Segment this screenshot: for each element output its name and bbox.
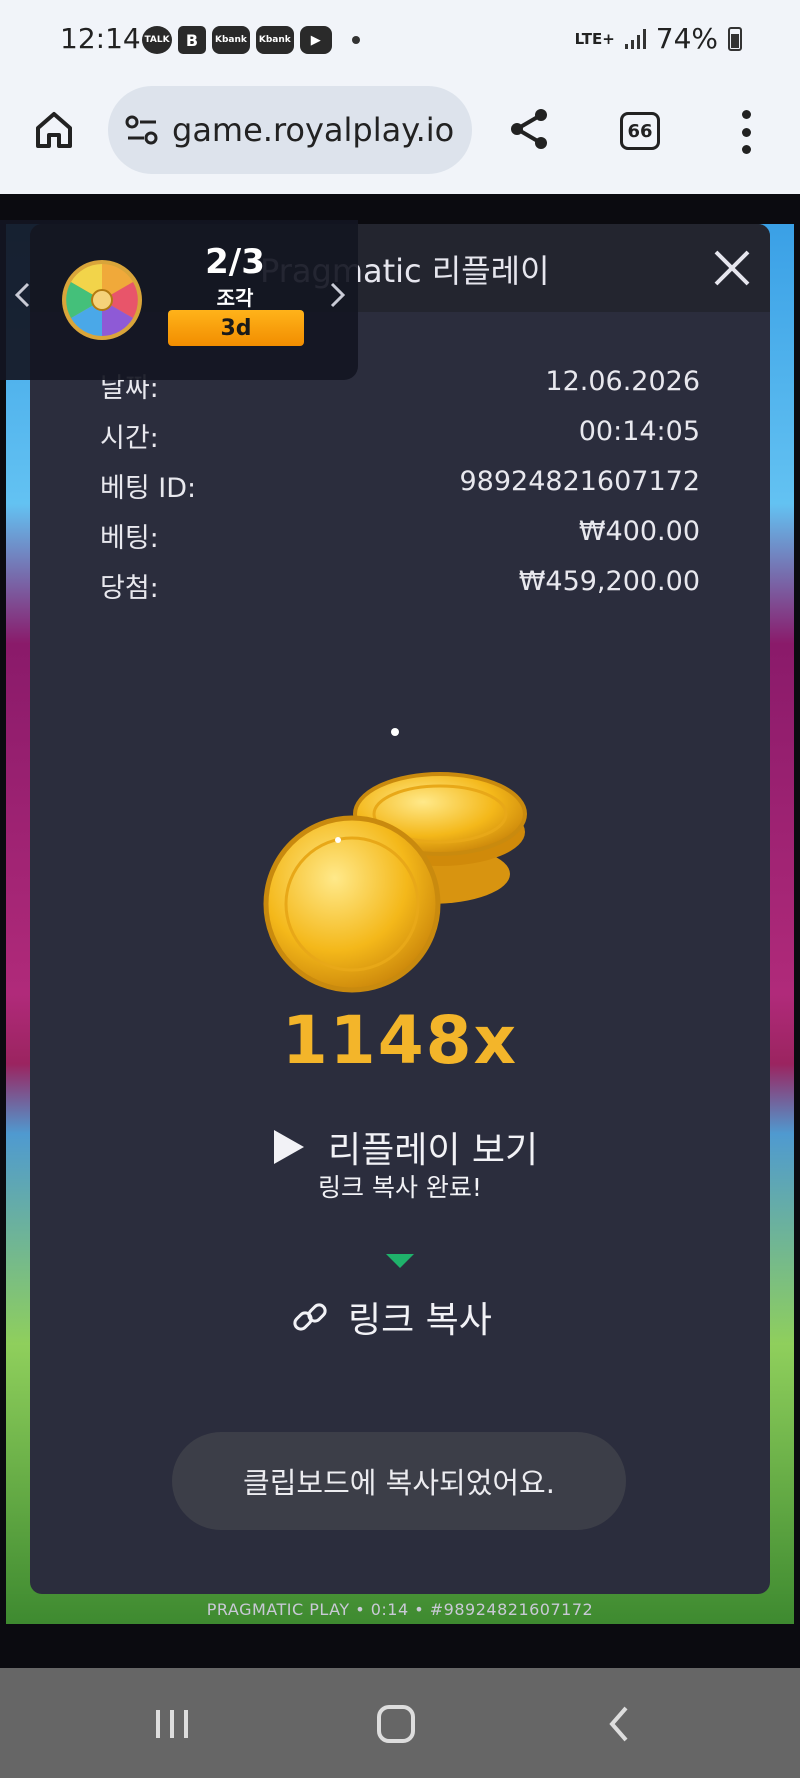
info-row-time: 시간: 00:14:05: [100, 416, 700, 455]
battery-percent: 74%: [655, 22, 718, 55]
tab-switcher-button[interactable]: 66: [620, 112, 660, 150]
kbank-icon: Kbank: [255, 26, 294, 54]
info-label: 베팅:: [100, 523, 159, 554]
link-copied-tooltip: 링크 복사 완료!: [318, 1173, 482, 1202]
tooltip-caret-icon: [386, 1254, 414, 1268]
status-bar: 12:14 TALK B Kbank Kbank ▶ LTE+ 74%: [0, 0, 800, 80]
game-area: PRAGMATIC PLAY • 0:14 • #98924821607172 …: [0, 194, 800, 1668]
link-icon: [293, 1303, 327, 1331]
info-value: 12.06.2026: [545, 366, 700, 397]
url-text: game.royalplay.io: [172, 111, 455, 149]
info-label: 시간:: [100, 423, 159, 454]
info-value: ₩400.00: [578, 516, 700, 547]
copy-link-label: 링크 복사: [348, 1300, 492, 1341]
promo-count: 2/3: [205, 242, 265, 282]
home-nav-icon[interactable]: [366, 1696, 426, 1752]
game-footer: PRAGMATIC PLAY • 0:14 • #98924821607172: [206, 1600, 594, 1619]
browser-toolbar: game.royalplay.io 66: [0, 80, 800, 194]
info-value: 98924821607172: [459, 466, 701, 497]
notification-icons: TALK B Kbank Kbank ▶: [142, 26, 360, 54]
info-row-win: 당첨: ₩459,200.00: [100, 566, 700, 605]
kbank-icon: Kbank: [212, 26, 250, 54]
address-bar[interactable]: game.royalplay.io: [108, 86, 472, 174]
more-notifications-dot: [351, 36, 360, 44]
b-app-icon: B: [178, 26, 206, 54]
gold-coins-icon: [263, 728, 527, 993]
info-row-bet: 베팅: ₩400.00: [100, 516, 700, 555]
site-settings-icon[interactable]: [124, 112, 160, 148]
recent-apps-icon[interactable]: [142, 1696, 202, 1752]
prize-wheel-icon: [62, 260, 142, 340]
home-icon[interactable]: [32, 108, 76, 152]
screen: 12:14 TALK B Kbank Kbank ▶ LTE+ 74% game…: [0, 0, 800, 1778]
promo-time-badge: 3d: [168, 310, 304, 346]
network-type: LTE+: [574, 29, 615, 48]
chevron-right-icon[interactable]: [328, 280, 348, 310]
status-indicators: LTE+ 74%: [575, 22, 742, 55]
signal-icon: [624, 28, 646, 49]
info-label: 당첨:: [100, 573, 159, 604]
win-multiplier: 1148x: [281, 1002, 519, 1079]
promo-sub-label: 조각: [216, 286, 254, 310]
status-time: 12:14: [60, 22, 141, 55]
wheel-promo-widget[interactable]: 2/3 조각 3d: [0, 220, 358, 380]
battery-icon: [728, 26, 742, 51]
replay-label: 리플레이 보기: [328, 1130, 539, 1171]
watch-replay-button[interactable]: 리플레이 보기: [260, 1122, 550, 1172]
info-row-bet-id: 베팅 ID: 98924821607172: [100, 466, 700, 505]
kakaotalk-icon: TALK: [142, 26, 172, 54]
clipboard-toast: 클립보드에 복사되었어요.: [172, 1432, 626, 1530]
close-icon[interactable]: [710, 246, 754, 290]
youtube-icon: ▶: [299, 26, 332, 54]
info-value: 00:14:05: [578, 416, 700, 447]
replay-modal: Pragmatic 리플레이 날짜: 12.06.2026 시간: 00:14:…: [30, 224, 770, 1594]
navigation-bar: [0, 1668, 800, 1778]
back-icon[interactable]: [590, 1696, 650, 1752]
share-icon[interactable]: [506, 106, 552, 152]
info-value: ₩459,200.00: [518, 566, 700, 597]
copy-link-button[interactable]: 링크 복사: [290, 1292, 530, 1342]
chevron-left-icon[interactable]: [12, 280, 32, 310]
play-icon: [274, 1130, 304, 1164]
info-label: 베팅 ID:: [100, 473, 197, 504]
more-menu-icon[interactable]: [736, 110, 756, 154]
